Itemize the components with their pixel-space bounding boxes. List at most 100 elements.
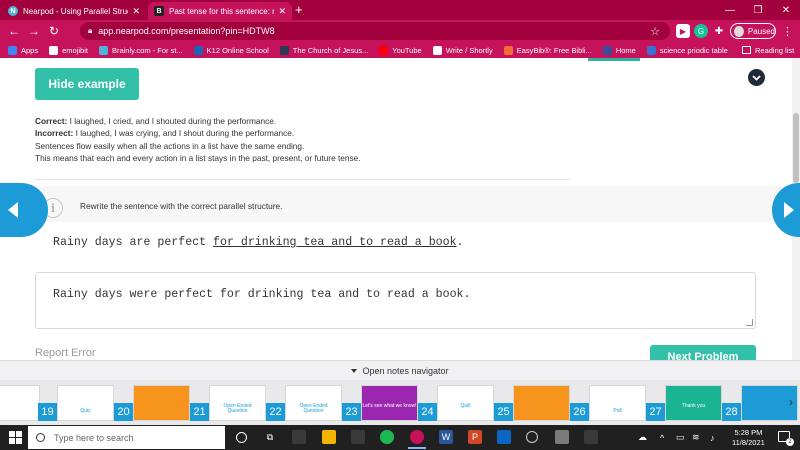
bookmark-favicon-icon [503,45,513,55]
volume-icon[interactable]: ♪ [710,425,715,450]
slide-number: 23 [342,403,361,421]
spotify-icon[interactable] [380,430,394,444]
slide-thumbnail[interactable]: Let's see what we know! 23 [342,385,418,421]
answer-text: Rainy days were perfect for drinking tea… [53,288,471,301]
bookmark-label: Home [615,45,636,55]
answer-textarea[interactable]: Rainy days were perfect for drinking tea… [35,272,756,329]
reading-list-button[interactable]: Reading list [742,42,794,58]
slide-number: 20 [114,403,133,421]
tab-title: Past tense for this sentence: rain [169,6,275,16]
bookmark-favicon-icon [49,45,59,55]
next-problem-button[interactable]: Next Problem [650,345,756,360]
profile-button[interactable]: Paused [730,23,776,39]
search-icon [36,433,45,442]
settings-icon[interactable] [526,431,538,443]
bookmark-label: science priodic table [659,45,728,55]
file-explorer-icon[interactable] [322,430,336,444]
slide-strip: Quiz 19 20 Open Ended Question 21 Open Ended Qu… [0,380,800,425]
app-icon[interactable] [292,430,306,444]
lesson-page: Hide example Correct: I laughed, I cried… [0,58,800,360]
slide-thumbnail[interactable]: 20 [114,385,190,421]
notification-badge: 2 [786,438,794,446]
wifi-icon[interactable]: ≋ [692,425,700,450]
calculator-icon[interactable] [584,430,598,444]
correct-label: Correct: [35,116,68,126]
slide-thumbnail[interactable]: Open Ended Question 21 [190,385,266,421]
bookmark-item[interactable]: science priodic table [646,45,728,55]
battery-icon[interactable]: ▭ [676,425,685,450]
close-tab-icon[interactable]: ✕ [278,6,286,17]
store-icon[interactable] [351,430,365,444]
bookmark-item[interactable]: The Church of Jesus... [279,45,368,55]
slide-preview [0,385,40,421]
slide-thumbnail[interactable]: 25 [494,385,570,421]
extensions-puzzle-icon[interactable]: ✚ [712,24,726,38]
reload-icon[interactable]: ↻ [44,24,64,38]
slide-thumbnail[interactable]: Thank you 27 [646,385,722,421]
url-field[interactable]: 🔒︎ app.nearpod.com/presentation?pin=HDTW… [80,22,670,40]
bookmark-item[interactable]: Brainly.com - For st... [98,45,183,55]
bookmark-item[interactable]: YouTube [379,45,422,55]
bookmark-favicon-icon [279,45,289,55]
hide-example-button[interactable]: Hide example [35,68,139,100]
slide-preview: Poll [589,385,646,421]
close-window-icon[interactable]: ✕ [772,0,800,20]
minimize-icon[interactable]: — [716,0,744,20]
grammarly-icon[interactable]: G [694,24,708,38]
browser-menu-icon[interactable]: ⋮ [782,25,793,38]
slide-thumbnail[interactable]: Quill 24 [418,385,494,421]
chevron-down-icon [752,74,761,81]
notification-icon[interactable]: 2 [778,431,794,446]
bookmark-item[interactable]: emojibit [49,45,88,55]
bookmark-label: K12 Online School [206,45,269,55]
bookmark-label: Write / Shortly [445,45,493,55]
slide-thumbnail[interactable]: Poll 26 [570,385,646,421]
cortana-icon[interactable] [236,432,247,443]
tray-overflow-icon[interactable]: ^ [660,425,664,450]
chrome-icon[interactable] [408,430,426,449]
apps-grid-icon [8,45,17,55]
resize-handle[interactable] [746,319,753,326]
task-view-icon[interactable]: ⧉ [263,430,277,444]
slide-subtitle: Quill [460,403,471,409]
bookmark-item[interactable]: Home [602,45,636,55]
nearpod-icon: N [8,6,18,16]
bookmark-item[interactable]: K12 Online School [193,45,269,55]
scrollbar-thumb[interactable] [793,113,799,183]
slide-thumbnail[interactable]: 28 [722,385,798,421]
slide-preview: Quill [437,385,494,421]
windows-start-icon[interactable] [9,431,22,444]
active-section-indicator [588,58,640,61]
back-arrow-icon[interactable]: ← [4,24,24,38]
bookmark-item[interactable]: Write / Shortly [432,45,493,55]
mail-icon[interactable] [497,430,511,444]
slide-thumbnail-partial[interactable] [0,385,40,421]
bookmark-item[interactable]: EasyBib®: Free Bibli... [503,45,592,55]
slide-thumbnail[interactable]: Open Ended Question 22 [266,385,342,421]
maximize-icon[interactable]: ❐ [744,0,772,20]
powerpoint-icon[interactable]: P [468,430,482,444]
collapse-button[interactable] [748,69,765,86]
strip-scroll-right-icon[interactable]: › [789,395,793,409]
close-tab-icon[interactable]: ✕ [132,6,140,17]
slide-caption: Question [303,408,324,414]
new-tab-button[interactable]: + [295,2,303,18]
prompt-period: . [456,236,464,249]
browser-tab-nearpod[interactable]: N Nearpod - Using Parallel Structu ✕ [2,2,146,20]
report-error-link[interactable]: Report Error [35,347,96,359]
slide-preview [133,385,190,421]
slide-preview: Let's see what we know! [361,385,418,421]
forward-arrow-icon[interactable]: → [24,24,44,38]
taskbar-clock[interactable]: 5:28 PM 11/8/2021 [732,428,765,448]
notes-navigator-label: Open notes navigator [362,365,449,376]
taskbar-search[interactable]: Type here to search [28,426,225,449]
weather-icon[interactable]: ☁ [638,425,647,450]
open-notes-navigator[interactable]: Open notes navigator [0,360,800,380]
bookmark-item[interactable]: Apps [8,45,38,55]
youtube-extension-icon[interactable]: ▶ [676,24,690,38]
word-icon[interactable]: W [439,430,453,444]
app-icon[interactable] [555,430,569,444]
browser-tab-brainly[interactable]: B Past tense for this sentence: rain ✕ [148,2,292,20]
slide-thumbnail[interactable]: Quiz 19 [38,385,114,421]
bookmark-star-icon[interactable]: ☆ [650,25,660,38]
